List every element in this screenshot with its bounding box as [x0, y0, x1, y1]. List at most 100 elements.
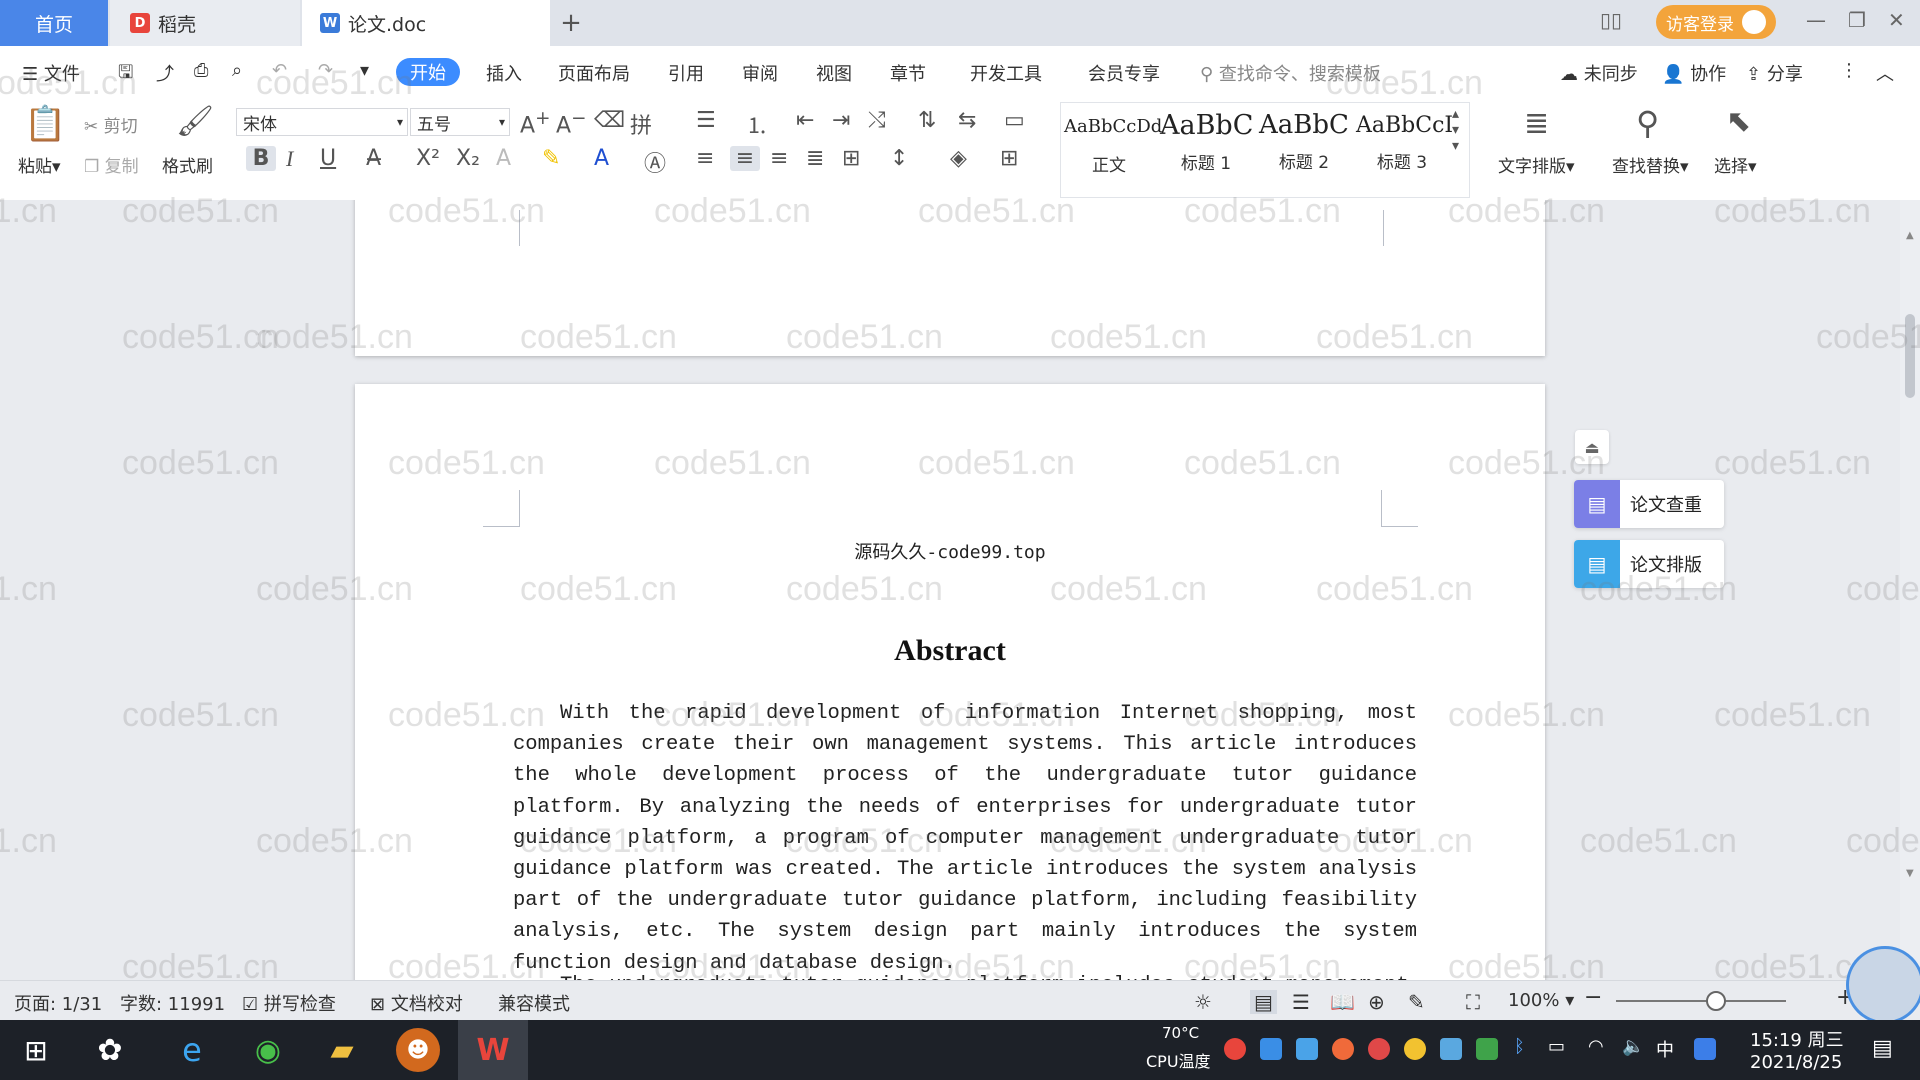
zoom-slider[interactable] — [1616, 1000, 1786, 1002]
bullet-list-icon[interactable]: ☰ — [696, 108, 716, 133]
tray-app-icon[interactable] — [1440, 1038, 1462, 1060]
style-heading-1[interactable]: AaBbC 标题 1 — [1160, 106, 1253, 194]
align-left-icon[interactable]: ≡ — [696, 146, 714, 171]
cut-button[interactable]: ✂ 剪切 — [84, 112, 138, 137]
tray-app-icon[interactable] — [1368, 1038, 1390, 1060]
menu-developer[interactable]: 开发工具 — [970, 60, 1042, 86]
zoom-out-icon[interactable]: − — [1584, 985, 1602, 1010]
select-button[interactable]: 选择▾ — [1714, 152, 1757, 177]
text-effect-icon[interactable]: A — [496, 146, 511, 171]
eye-protection-icon[interactable]: ☼ — [1194, 990, 1212, 1014]
input-method[interactable]: 中 — [1656, 1036, 1674, 1062]
sync-button[interactable]: ☁ 未同步 — [1560, 60, 1638, 86]
wifi-icon[interactable]: ◠ — [1588, 1036, 1604, 1057]
fan-app-icon[interactable]: ✿ — [88, 1028, 132, 1072]
align-right-icon[interactable]: ≡ — [770, 146, 788, 171]
tab-daoke[interactable]: D 稻壳 — [110, 0, 300, 46]
ruler-icon[interactable]: ▭ — [1004, 108, 1025, 133]
tab-document[interactable]: W 论文.doc — [302, 0, 550, 46]
command-search[interactable]: ⚲ 查找命令、搜索模板 — [1200, 60, 1381, 86]
scroll-up-icon[interactable]: ▲ — [1906, 230, 1914, 241]
highlight-icon[interactable]: ✎ — [542, 146, 560, 171]
page-indicator[interactable]: 页面: 1/31 — [14, 990, 102, 1016]
scroll-down-icon[interactable]: ▼ — [1906, 868, 1914, 879]
menu-chapter[interactable]: 章节 — [890, 60, 926, 86]
proofread-button[interactable]: ⊠ 文档校对 — [370, 990, 463, 1016]
format-painter-icon[interactable]: 🖌 — [176, 104, 214, 139]
style-heading-3[interactable]: AaBbCcI 标题 3 — [1356, 106, 1453, 194]
collaborate-button[interactable]: 👤 协作 — [1662, 60, 1726, 86]
pinyin-icon[interactable]: 拼 — [630, 108, 652, 140]
zoom-slider-handle[interactable] — [1706, 991, 1726, 1011]
paste-button[interactable]: 粘贴▾ — [18, 152, 61, 177]
text-layout-button[interactable]: 文字排版▾ — [1498, 152, 1575, 177]
strikethrough-icon[interactable]: A̶ — [366, 146, 381, 171]
wps-taskbar-button[interactable]: W — [458, 1020, 528, 1080]
increase-indent-icon[interactable]: ⇥ — [832, 108, 850, 133]
subscript-icon[interactable]: X₂ — [456, 146, 480, 171]
shading-icon[interactable]: ◈ — [950, 146, 967, 171]
menu-start[interactable]: 开始 — [396, 58, 460, 86]
menu-review[interactable]: 审阅 — [742, 60, 778, 86]
text-layout-icon[interactable]: ≣ — [1524, 106, 1549, 141]
customize-chevron-icon[interactable]: ▾ — [360, 60, 369, 81]
media-app-icon[interactable]: ☻ — [396, 1028, 440, 1072]
more-icon[interactable]: ⋮ — [1840, 60, 1858, 81]
close-button[interactable]: ✕ — [1888, 8, 1905, 32]
new-tab-button[interactable]: + — [556, 0, 586, 46]
page-view-icon[interactable]: ▤ — [1250, 990, 1277, 1014]
reading-view-icon[interactable]: 📖 — [1330, 990, 1355, 1014]
menu-insert[interactable]: 插入 — [486, 60, 522, 86]
format-painter-button[interactable]: 格式刷 — [162, 152, 213, 177]
file-menu[interactable]: ☰ 文件 — [22, 60, 80, 86]
style-gallery-scroll-icon[interactable]: ▴ ▾ ▾ — [1452, 106, 1459, 154]
decrease-indent-icon[interactable]: ⇤ — [796, 108, 814, 133]
tray-app-icon[interactable] — [1224, 1038, 1246, 1060]
bluetooth-icon[interactable]: ᛒ — [1514, 1036, 1525, 1057]
tray-app-icon[interactable] — [1260, 1038, 1282, 1060]
sort-icon[interactable]: ⇅ — [918, 108, 936, 133]
collapse-ribbon-icon[interactable]: ︿ — [1876, 60, 1894, 86]
zoom-select[interactable]: 100% ▾ — [1508, 990, 1574, 1011]
text-direction-icon[interactable]: ⤭ — [868, 108, 886, 133]
font-name-select[interactable]: 宋体 ▾ — [236, 108, 408, 136]
outline-view-icon[interactable]: ☰ — [1292, 990, 1310, 1014]
tab-home[interactable]: 首页 — [0, 0, 108, 46]
ie-browser-icon[interactable]: e — [170, 1028, 214, 1072]
clock-time[interactable]: 15:19 周三 — [1750, 1026, 1844, 1052]
nvidia-icon[interactable] — [1476, 1038, 1498, 1060]
numbered-list-icon[interactable]: ⒈ — [746, 108, 768, 140]
menu-view[interactable]: 视图 — [816, 60, 852, 86]
menu-member[interactable]: 会员专享 — [1088, 60, 1160, 86]
redo-icon[interactable]: ↷ — [318, 60, 333, 81]
italic-icon[interactable]: I — [286, 146, 293, 172]
tray-app-icon[interactable] — [1332, 1038, 1354, 1060]
file-explorer-icon[interactable]: ▰ — [320, 1028, 364, 1072]
distribute-icon[interactable]: ⊞ — [842, 146, 860, 171]
output-icon[interactable]: ⤴ — [156, 60, 174, 86]
share-button[interactable]: ⇪ 分享 — [1746, 60, 1803, 86]
print-preview-icon[interactable]: ⌕ — [232, 60, 242, 81]
copy-button[interactable]: ❐ 复制 — [84, 152, 139, 177]
minimize-button[interactable]: — — [1806, 8, 1826, 32]
font-color-icon[interactable]: A — [594, 146, 609, 171]
fit-page-icon[interactable]: ⛶ — [1466, 990, 1480, 1014]
browser-360-icon[interactable]: ◉ — [246, 1028, 290, 1072]
style-normal[interactable]: AaBbCcDd 正文 — [1064, 106, 1162, 194]
align-center-icon[interactable]: ≡ — [730, 146, 760, 171]
undo-icon[interactable]: ↶ — [272, 60, 287, 81]
superscript-icon[interactable]: X² — [416, 146, 440, 171]
cursor-icon[interactable]: ⬉ — [1726, 104, 1751, 139]
underline-icon[interactable]: U — [320, 146, 336, 171]
shield-icon[interactable] — [1296, 1038, 1318, 1060]
clear-format-icon[interactable]: ⌫ — [594, 108, 625, 133]
font-size-select[interactable]: 五号 ▾ — [410, 108, 510, 136]
find-replace-button[interactable]: 查找替换▾ — [1612, 152, 1689, 177]
window-layout-icon[interactable]: ▯▯ — [1600, 8, 1622, 32]
volume-icon[interactable]: 🔈 — [1622, 1036, 1644, 1057]
borders-icon[interactable]: ⊞ — [1000, 146, 1018, 171]
char-border-icon[interactable]: Ⓐ — [644, 146, 666, 178]
vertical-scrollbar[interactable]: ▲ ▼ — [1900, 200, 1920, 980]
collapse-panel-icon[interactable]: ⏏ — [1575, 430, 1609, 464]
bold-icon[interactable]: B — [246, 146, 276, 171]
